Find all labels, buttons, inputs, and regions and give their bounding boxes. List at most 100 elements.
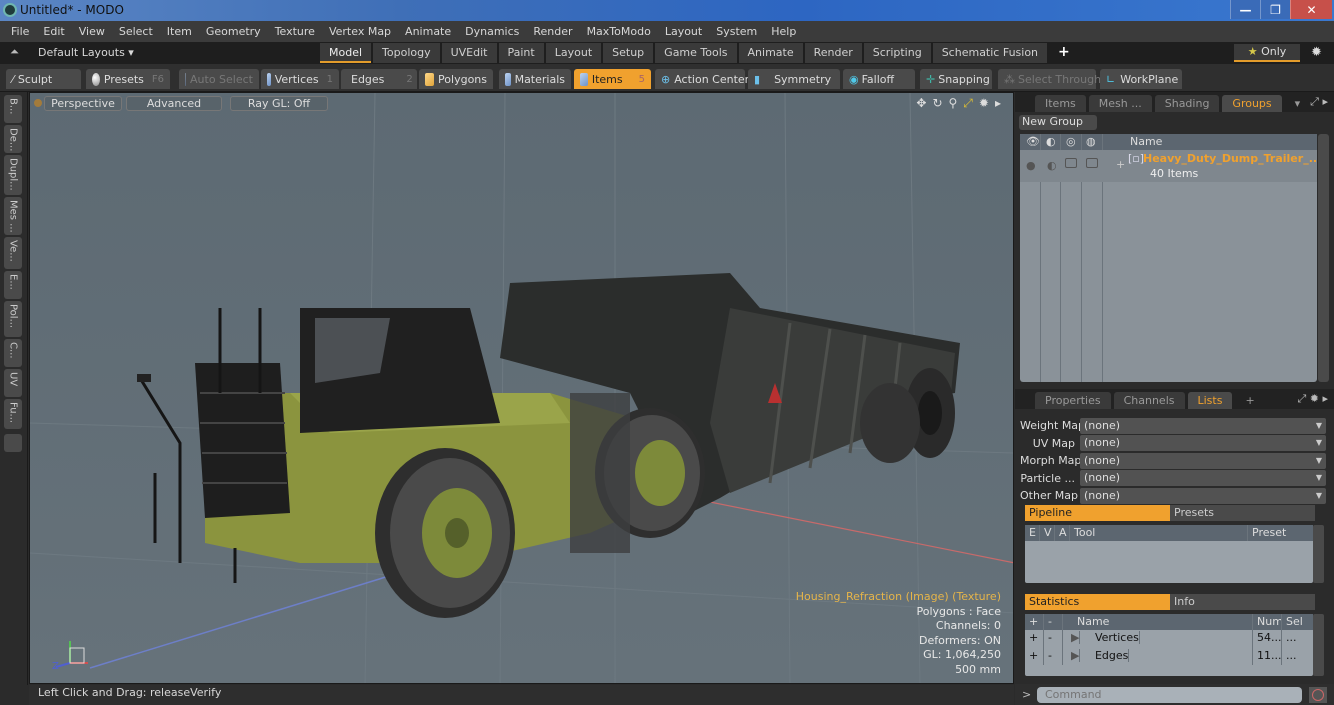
tab-animate[interactable]: Animate bbox=[738, 43, 803, 63]
uv-map-select[interactable]: (none) ▼ bbox=[1080, 435, 1326, 452]
pipeline-scrollbar[interactable] bbox=[1313, 525, 1324, 583]
pan-icon[interactable]: ✥ bbox=[916, 96, 926, 111]
tab-pipeline[interactable]: Pipeline bbox=[1025, 505, 1170, 521]
other-map-select[interactable]: (none) ▼ bbox=[1080, 487, 1326, 504]
panel-more-icon[interactable]: ▸ bbox=[1322, 95, 1328, 108]
remove-button[interactable]: - bbox=[1044, 630, 1063, 648]
tab-items[interactable]: Items bbox=[1035, 95, 1086, 112]
sculpt-button[interactable]: ⁄ Sculpt bbox=[6, 69, 81, 89]
select-through-button[interactable]: ⁂ Select Through bbox=[998, 69, 1101, 89]
row-select-toggle[interactable] bbox=[1086, 158, 1098, 168]
menu-dynamics[interactable]: Dynamics bbox=[458, 25, 526, 38]
statistics-scrollbar[interactable] bbox=[1313, 614, 1324, 676]
menu-layout[interactable]: Layout bbox=[658, 25, 709, 38]
row-visibility-icon[interactable]: ● bbox=[1026, 159, 1036, 172]
tab-info[interactable]: Info bbox=[1170, 594, 1315, 610]
left-tab-uv[interactable]: UV bbox=[4, 369, 22, 397]
menu-file[interactable]: File bbox=[4, 25, 36, 38]
left-tab-deform[interactable]: De... bbox=[4, 125, 22, 153]
menu-edit[interactable]: Edit bbox=[36, 25, 71, 38]
morph-map-select[interactable]: (none) ▼ bbox=[1080, 452, 1326, 469]
add-button[interactable]: + bbox=[1025, 630, 1044, 648]
restore-button[interactable]: ❐ bbox=[1260, 0, 1290, 19]
stats-row-edges[interactable]: + - ▶ Edges 11... ... bbox=[1025, 647, 1313, 665]
expand-triangle-icon[interactable]: ▶ bbox=[1067, 631, 1081, 644]
lists-gear-icon[interactable]: ✹ bbox=[1310, 392, 1319, 405]
edges-button[interactable]: Edges 2 bbox=[341, 69, 417, 89]
gear-icon[interactable]: ✹ bbox=[1311, 45, 1322, 60]
viewport-more-icon[interactable]: ▸ bbox=[995, 96, 1001, 111]
tab-topology[interactable]: Topology bbox=[373, 43, 440, 63]
vertices-button[interactable]: Vertices 1 bbox=[261, 69, 339, 89]
materials-button[interactable]: Materials bbox=[499, 69, 571, 89]
particle-map-select[interactable]: (none) ▼ bbox=[1080, 470, 1326, 487]
left-tab-curve[interactable]: C... bbox=[4, 339, 22, 367]
menu-view[interactable]: View bbox=[72, 25, 112, 38]
expand-triangle-icon[interactable]: ▶ bbox=[1067, 648, 1081, 662]
action-center-button[interactable]: ⊕ Action Center bbox=[655, 69, 749, 89]
command-input[interactable] bbox=[1037, 687, 1302, 703]
menu-select[interactable]: Select bbox=[112, 25, 160, 38]
tab-statistics[interactable]: Statistics bbox=[1025, 594, 1170, 610]
lists-more-icon[interactable]: ▸ bbox=[1322, 392, 1328, 405]
tabs-dropdown-icon[interactable]: ▾ bbox=[1285, 95, 1311, 112]
zoom-icon[interactable]: ⚲ bbox=[949, 96, 958, 111]
row-render-icon[interactable]: ◐ bbox=[1047, 159, 1057, 172]
groups-scrollbar[interactable] bbox=[1318, 134, 1329, 382]
tab-render[interactable]: Render bbox=[804, 43, 862, 63]
add-panel-tab-button[interactable]: + bbox=[1235, 392, 1264, 409]
tab-shading[interactable]: Shading bbox=[1154, 95, 1220, 112]
raygl-toggle[interactable]: Ray GL: Off bbox=[230, 96, 328, 111]
menu-vertex-map[interactable]: Vertex Map bbox=[322, 25, 398, 38]
tab-presets[interactable]: Presets bbox=[1170, 505, 1315, 521]
left-tab-duplicate[interactable]: Dupl... bbox=[4, 155, 22, 195]
items-button[interactable]: Items 5 bbox=[574, 69, 651, 89]
expand-plus-icon[interactable]: + bbox=[1116, 158, 1125, 171]
auto-select-button[interactable]: Auto Select bbox=[179, 69, 259, 89]
remove-button[interactable]: - bbox=[1044, 647, 1063, 665]
tab-uvedit[interactable]: UVEdit bbox=[441, 43, 497, 63]
stats-row-vertices[interactable]: + - ▶ Vertices 54... ... bbox=[1025, 630, 1313, 648]
snapping-button[interactable]: ✛ Snapping bbox=[920, 69, 992, 89]
only-favorites-button[interactable]: ★ Only bbox=[1234, 44, 1300, 62]
new-group-button[interactable]: New Group bbox=[1019, 115, 1097, 130]
tab-paint[interactable]: Paint bbox=[498, 43, 544, 63]
menu-system[interactable]: System bbox=[709, 25, 764, 38]
minimize-button[interactable]: — bbox=[1230, 0, 1260, 19]
maximize-icon[interactable]: ⤢ bbox=[963, 96, 973, 111]
menu-help[interactable]: Help bbox=[764, 25, 803, 38]
tab-lists[interactable]: Lists bbox=[1187, 392, 1233, 409]
lists-expand-icon[interactable]: ⤢ bbox=[1297, 392, 1306, 405]
tab-model[interactable]: Model bbox=[320, 43, 372, 63]
menu-render[interactable]: Render bbox=[526, 25, 579, 38]
add-button[interactable]: + bbox=[1025, 647, 1044, 665]
row-lock-toggle[interactable] bbox=[1065, 158, 1077, 168]
tab-groups[interactable]: Groups bbox=[1222, 95, 1282, 112]
menu-animate[interactable]: Animate bbox=[398, 25, 458, 38]
presets-button[interactable]: Presets F6 bbox=[86, 69, 170, 89]
symmetry-button[interactable]: ▮ Symmetry bbox=[748, 69, 840, 89]
viewport-options-dot[interactable] bbox=[34, 99, 42, 107]
close-button[interactable]: ✕ bbox=[1290, 0, 1332, 19]
rotate-icon[interactable]: ↻ bbox=[932, 96, 942, 111]
collapse-arrow-icon[interactable]: ⏶ bbox=[10, 45, 19, 59]
tab-layout[interactable]: Layout bbox=[545, 43, 602, 63]
viewport-gear-icon[interactable]: ✹ bbox=[979, 96, 989, 111]
polygons-button[interactable]: Polygons bbox=[419, 69, 493, 89]
workplane-button[interactable]: ∟ WorkPlane bbox=[1100, 69, 1182, 89]
expand-icon[interactable]: ⤢ bbox=[1310, 95, 1319, 108]
view-type-dropdown[interactable]: Perspective bbox=[44, 96, 122, 111]
record-macro-icon[interactable] bbox=[1309, 687, 1327, 703]
shading-mode-dropdown[interactable]: Advanced bbox=[126, 96, 222, 111]
group-row[interactable]: ● ◐ + [▫] Heavy_Duty_Dump_Trailer_... 40… bbox=[1020, 150, 1321, 182]
tab-properties[interactable]: Properties bbox=[1035, 392, 1111, 409]
tab-mesh[interactable]: Mesh ... bbox=[1088, 95, 1152, 112]
tab-scripting[interactable]: Scripting bbox=[863, 43, 931, 63]
tab-setup[interactable]: Setup bbox=[603, 43, 654, 63]
menu-maxtomodo[interactable]: MaxToModo bbox=[580, 25, 658, 38]
left-tab-basic[interactable]: B... bbox=[4, 95, 22, 123]
add-tab-button[interactable]: + bbox=[1049, 43, 1079, 63]
left-tab-edge[interactable]: E... bbox=[4, 271, 22, 299]
tab-game-tools[interactable]: Game Tools bbox=[655, 43, 737, 63]
default-layouts-dropdown[interactable]: Default Layouts ▾ bbox=[38, 46, 134, 59]
